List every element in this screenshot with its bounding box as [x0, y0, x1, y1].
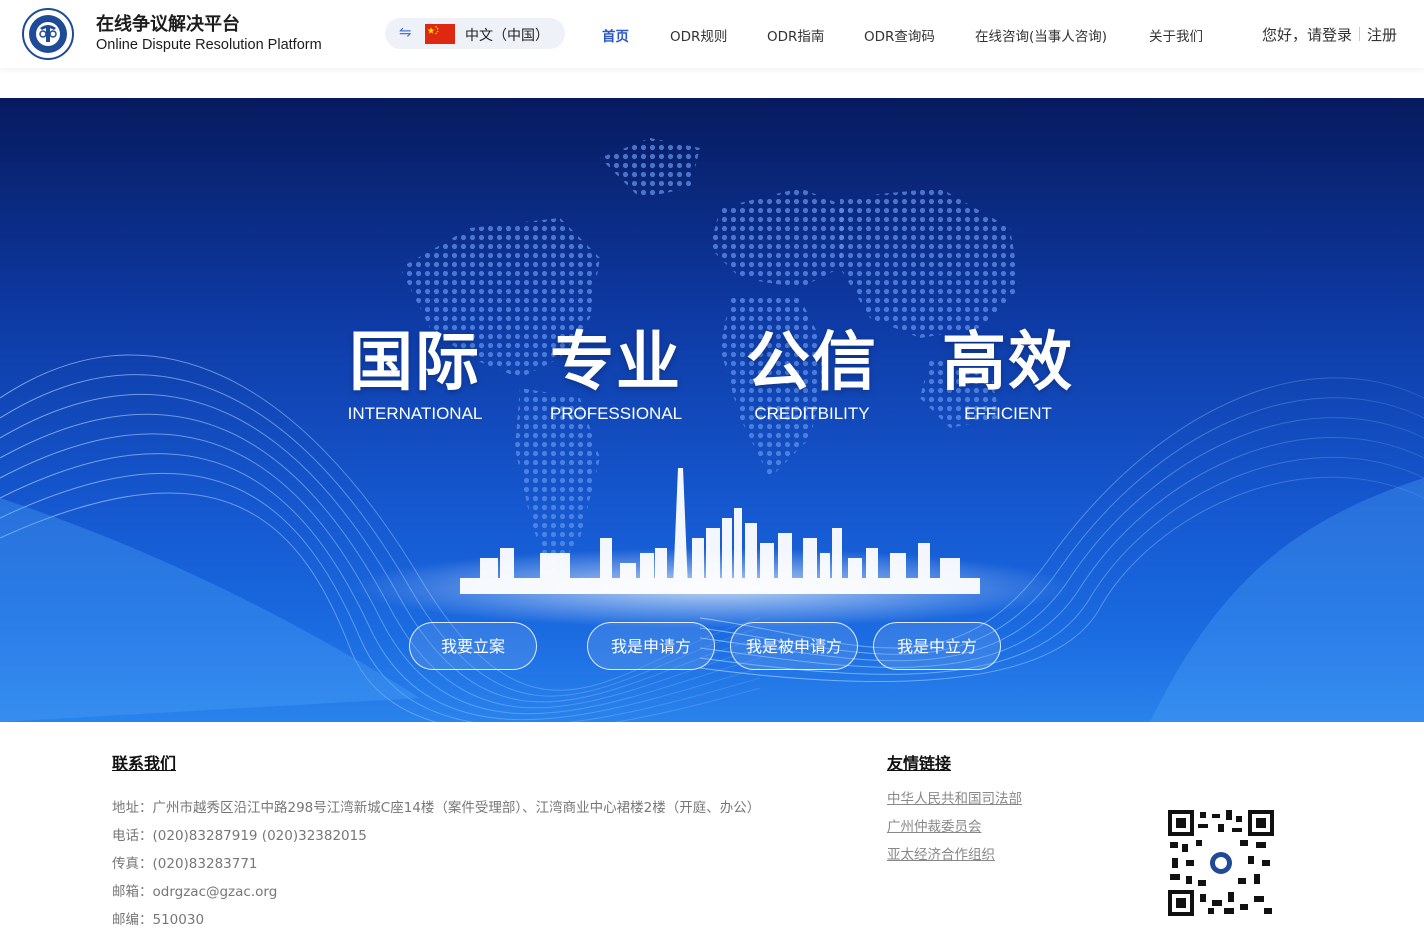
respondent-button[interactable]: 我是被申请方 — [730, 622, 858, 670]
slogan-cn: 高效 — [942, 326, 1074, 400]
language-label: 中文（中国） — [465, 28, 549, 44]
register-link[interactable]: 注册 — [1367, 26, 1397, 44]
slogan-en: INTERNATIONAL — [347, 404, 483, 423]
slogan-credibility: 公信 CREDITBILITY — [732, 326, 892, 424]
contact-postcode: 邮编：510030 — [112, 912, 205, 928]
applicant-button[interactable]: 我是申请方 — [587, 622, 715, 670]
contact-fax: 传真：(020)83283771 — [112, 856, 258, 872]
language-switcher[interactable]: ⇋ 中文（中国） — [385, 18, 565, 49]
nav-odr-guide[interactable]: ODR指南 — [767, 25, 824, 45]
top-header: 在线争议解决平台 Online Dispute Resolution Platf… — [0, 0, 1424, 68]
link-ministry-of-justice[interactable]: 中华人民共和国司法部 — [887, 787, 1022, 807]
links-title: 友情链接 — [887, 754, 952, 773]
slogan-en: CREDITBILITY — [754, 404, 870, 423]
slogan-en: EFFICIENT — [964, 404, 1052, 423]
login-link[interactable]: 您好，请登录 — [1262, 26, 1352, 44]
nav-about-us[interactable]: 关于我们 — [1149, 25, 1203, 45]
contact-email: 邮箱：odrgzac@gzac.org — [112, 884, 278, 900]
swap-icon: ⇋ — [399, 23, 412, 41]
site-title: 在线争议解决平台 — [96, 14, 240, 35]
logo-icon[interactable] — [20, 8, 76, 60]
account-links: 您好，请登录 注册 — [1262, 24, 1397, 45]
divider — [1359, 27, 1361, 41]
world-map-skyline-graphic — [0, 138, 1424, 722]
neutral-button[interactable]: 我是中立方 — [873, 622, 1001, 670]
slogan-cn: 专业 — [550, 326, 682, 400]
qr-code-icon — [1168, 810, 1274, 916]
nav-odr-query-code[interactable]: ODR查询码 — [864, 25, 935, 45]
nav-online-consult[interactable]: 在线咨询(当事人咨询) — [975, 25, 1107, 45]
nav-odr-rules[interactable]: ODR规则 — [670, 25, 727, 45]
contact-address: 地址：广州市越秀区沿江中路298号江湾新城C座14楼（案件受理部）、江湾商业中心… — [112, 800, 761, 816]
hero-banner: 国际 INTERNATIONAL 专业 PROFESSIONAL 公信 CRED… — [0, 98, 1424, 722]
brand: 在线争议解决平台 Online Dispute Resolution Platf… — [96, 14, 322, 54]
slogan-cn: 国际 — [349, 326, 481, 400]
file-case-button[interactable]: 我要立案 — [409, 622, 537, 670]
slogan-en: PROFESSIONAL — [549, 404, 683, 423]
slogan-professional: 专业 PROFESSIONAL — [536, 326, 696, 424]
slogan-efficient: 高效 EFFICIENT — [928, 326, 1088, 424]
china-flag-icon — [425, 24, 455, 44]
link-apec[interactable]: 亚太经济合作组织 — [887, 843, 995, 863]
slogan-international: 国际 INTERNATIONAL — [335, 326, 495, 424]
nav-home[interactable]: 首页 — [602, 25, 629, 45]
slogan-cn: 公信 — [746, 326, 878, 400]
contact-title: 联系我们 — [112, 754, 177, 773]
link-guangzhou-arbitration[interactable]: 广州仲裁委员会 — [887, 815, 982, 835]
contact-phone: 电话：(020)83287919 (020)32382015 — [112, 828, 367, 844]
site-subtitle: Online Dispute Resolution Platform — [96, 37, 322, 53]
